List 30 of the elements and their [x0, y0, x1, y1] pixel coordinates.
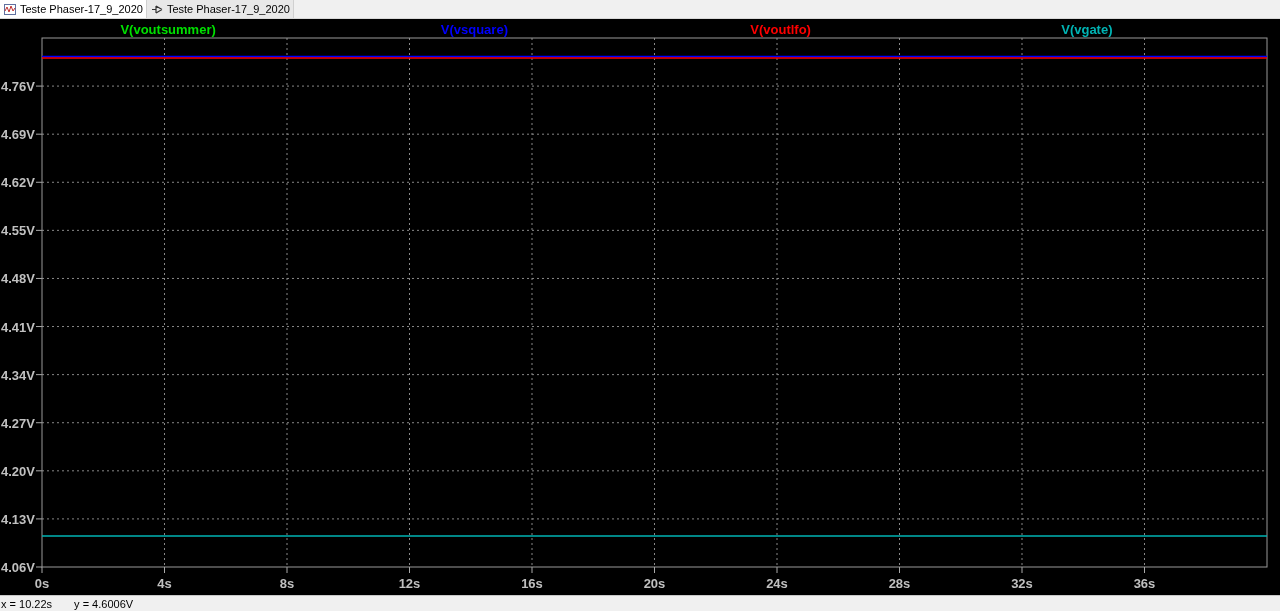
x-tick-label: 20s	[643, 576, 666, 591]
waveform-icon	[4, 3, 16, 15]
y-tick-label: 4.20V	[1, 463, 35, 479]
x-tick-label: 32s	[1011, 576, 1033, 591]
trace-label[interactable]: V(voutsummer)	[120, 22, 216, 37]
x-tick-label: 28s	[888, 576, 911, 591]
y-tick-label: 4.48V	[1, 271, 35, 287]
x-tick-label: 4s	[157, 576, 172, 591]
trace-label[interactable]: V(voutlfo)	[750, 22, 811, 37]
y-tick-label: 4.13V	[1, 511, 35, 527]
x-tick-label: 36s	[1133, 576, 1156, 591]
trace-label[interactable]: V(vgate)	[1061, 22, 1113, 37]
y-tick-label: 4.27V	[1, 415, 35, 431]
document-tab[interactable]: Teste Phaser-17_9_2020	[146, 0, 294, 18]
document-tab[interactable]: Teste Phaser-17_9_2020	[0, 0, 147, 18]
y-tick-label: 4.34V	[1, 367, 35, 383]
y-tick-label: 4.55V	[1, 223, 35, 239]
y-tick-label: 4.76V	[1, 79, 35, 95]
x-tick-label: 0s	[34, 576, 50, 591]
cursor-x-reading: x = 10.22s	[1, 597, 53, 610]
schematic-icon	[150, 3, 163, 15]
y-tick-label: 4.62V	[1, 175, 35, 191]
y-tick-label: 4.69V	[1, 127, 35, 143]
x-tick-label: 24s	[766, 576, 788, 591]
x-tick-label: 12s	[398, 576, 421, 591]
y-tick-label: 4.06V	[1, 560, 35, 575]
y-tick-label: 4.41V	[1, 319, 35, 335]
x-tick-label: 8s	[279, 576, 295, 591]
x-tick-label: 16s	[521, 576, 543, 591]
cursor-y-reading: y = 4.6006V	[74, 597, 134, 610]
